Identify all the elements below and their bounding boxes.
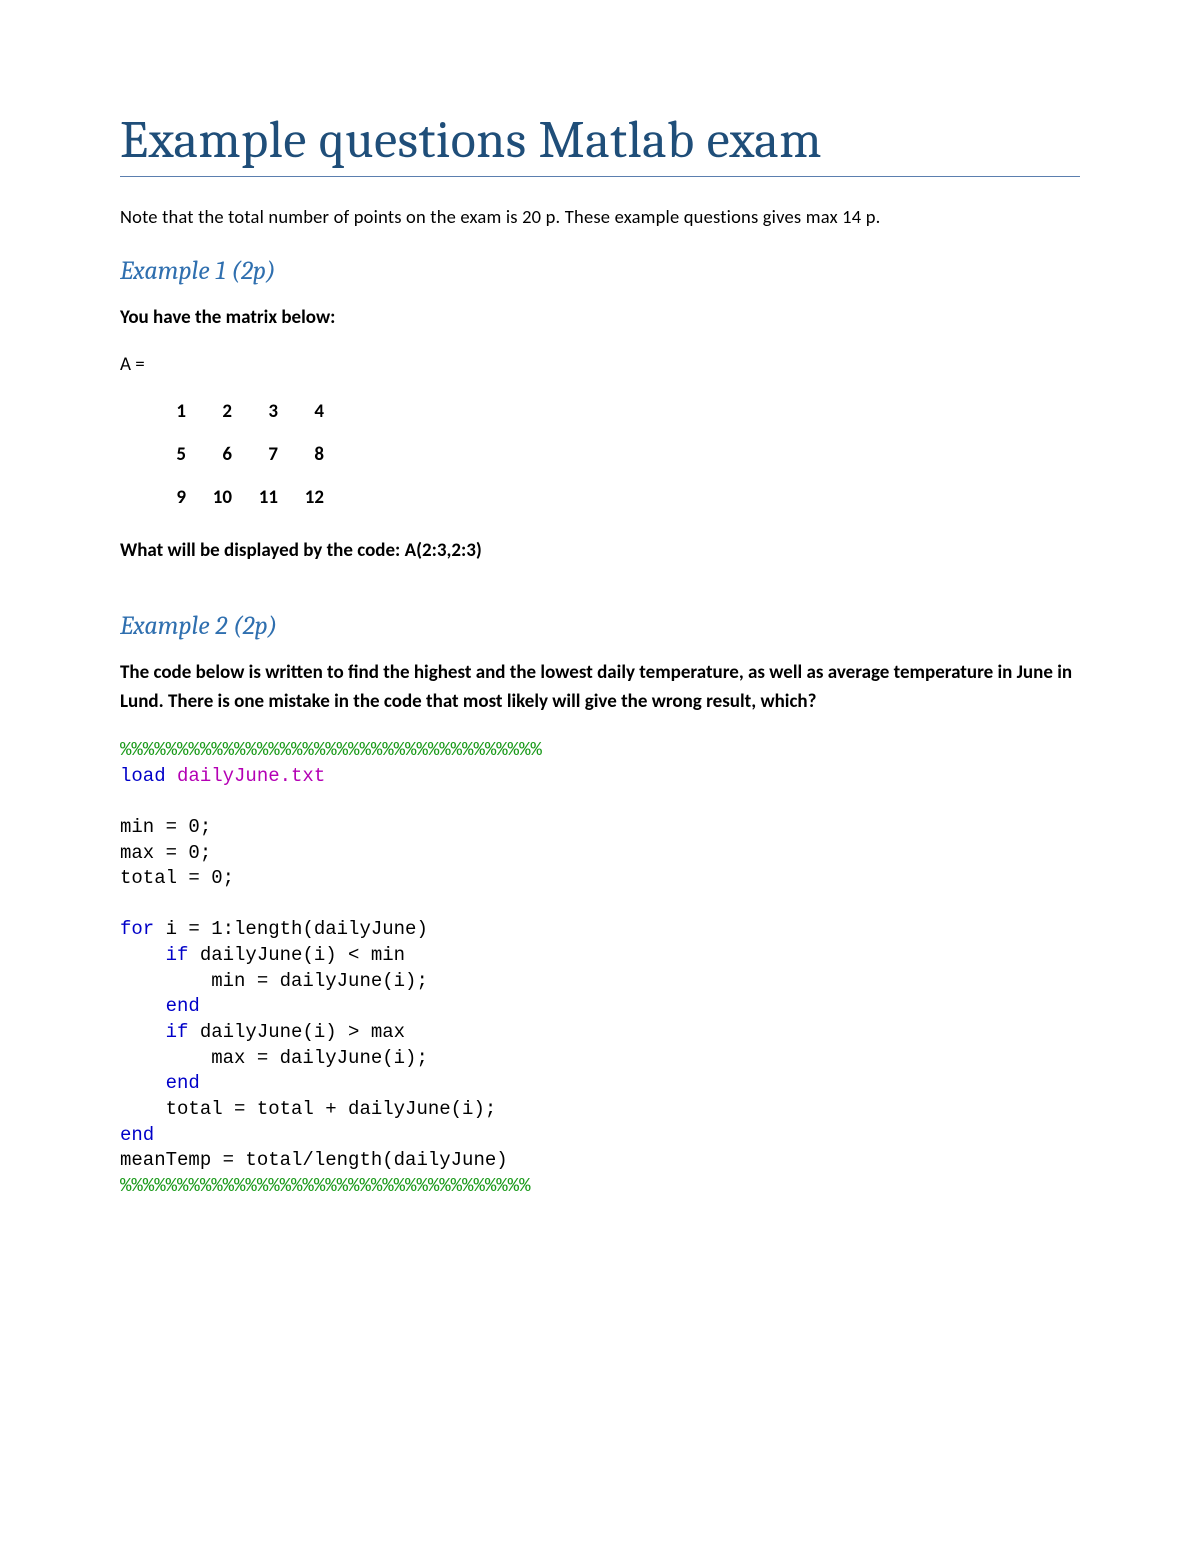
code-line: min = 0; [120,816,211,838]
code-keyword: if [166,1021,189,1043]
matrix-cell: 3 [242,390,288,433]
code-line: min = dailyJune(i); [120,970,428,992]
title-divider [120,176,1080,177]
matrix-cell: 12 [288,476,334,519]
matrix-cell: 11 [242,476,288,519]
matrix-cell: 1 [150,390,196,433]
code-keyword: for [120,918,154,940]
example-2-heading: Example 2 (2p) [120,611,1080,641]
matrix-cell: 6 [196,433,242,476]
matrix-cell: 10 [196,476,242,519]
example-1-question: What will be displayed by the code: A(2:… [120,537,1080,566]
code-keyword: if [166,944,189,966]
code-line: max = dailyJune(i); [120,1047,428,1069]
code-comment: %%%%%%%%%%%%%%%%%%%%%%%%%%%%%%%%%%%% [120,1175,530,1197]
code-keyword: end [166,995,200,1017]
code-line: max = 0; [120,842,211,864]
document-page: Example questions Matlab exam Note that … [0,0,1200,1553]
code-line: dailyJune(i) < min [188,944,405,966]
matrix-cell: 9 [150,476,196,519]
code-comment: %%%%%%%%%%%%%%%%%%%%%%%%%%%%%%%%%%%%% [120,739,542,761]
points-note: Note that the total number of points on … [120,205,1080,228]
matrix-label: A = [120,353,1080,376]
code-line: total = 0; [120,867,234,889]
matrix-row: 9 10 11 12 [150,476,334,519]
code-line: i = 1:length(dailyJune) [154,918,428,940]
code-line: total = total + dailyJune(i); [120,1098,496,1120]
matrix-cell: 7 [242,433,288,476]
code-keyword: load [120,765,166,787]
matlab-code-block: %%%%%%%%%%%%%%%%%%%%%%%%%%%%%%%%%%%%% lo… [120,738,1080,1200]
code-string: dailyJune.txt [177,765,325,787]
code-line: meanTemp = total/length(dailyJune) [120,1149,508,1171]
matrix-row: 5 6 7 8 [150,433,334,476]
code-keyword: end [166,1072,200,1094]
code-keyword: end [120,1124,154,1146]
matrix-cell: 4 [288,390,334,433]
matrix-cell: 8 [288,433,334,476]
matrix-row: 1 2 3 4 [150,390,334,433]
example-1-intro: You have the matrix below: [120,304,1080,333]
matrix-cell: 5 [150,433,196,476]
matrix-a: 1 2 3 4 5 6 7 8 9 10 11 12 [150,390,334,519]
page-title: Example questions Matlab exam [120,110,1080,170]
code-line: dailyJune(i) > max [188,1021,405,1043]
example-1-heading: Example 1 (2p) [120,256,1080,286]
example-2-intro: The code below is written to find the hi… [120,659,1080,716]
matrix-cell: 2 [196,390,242,433]
